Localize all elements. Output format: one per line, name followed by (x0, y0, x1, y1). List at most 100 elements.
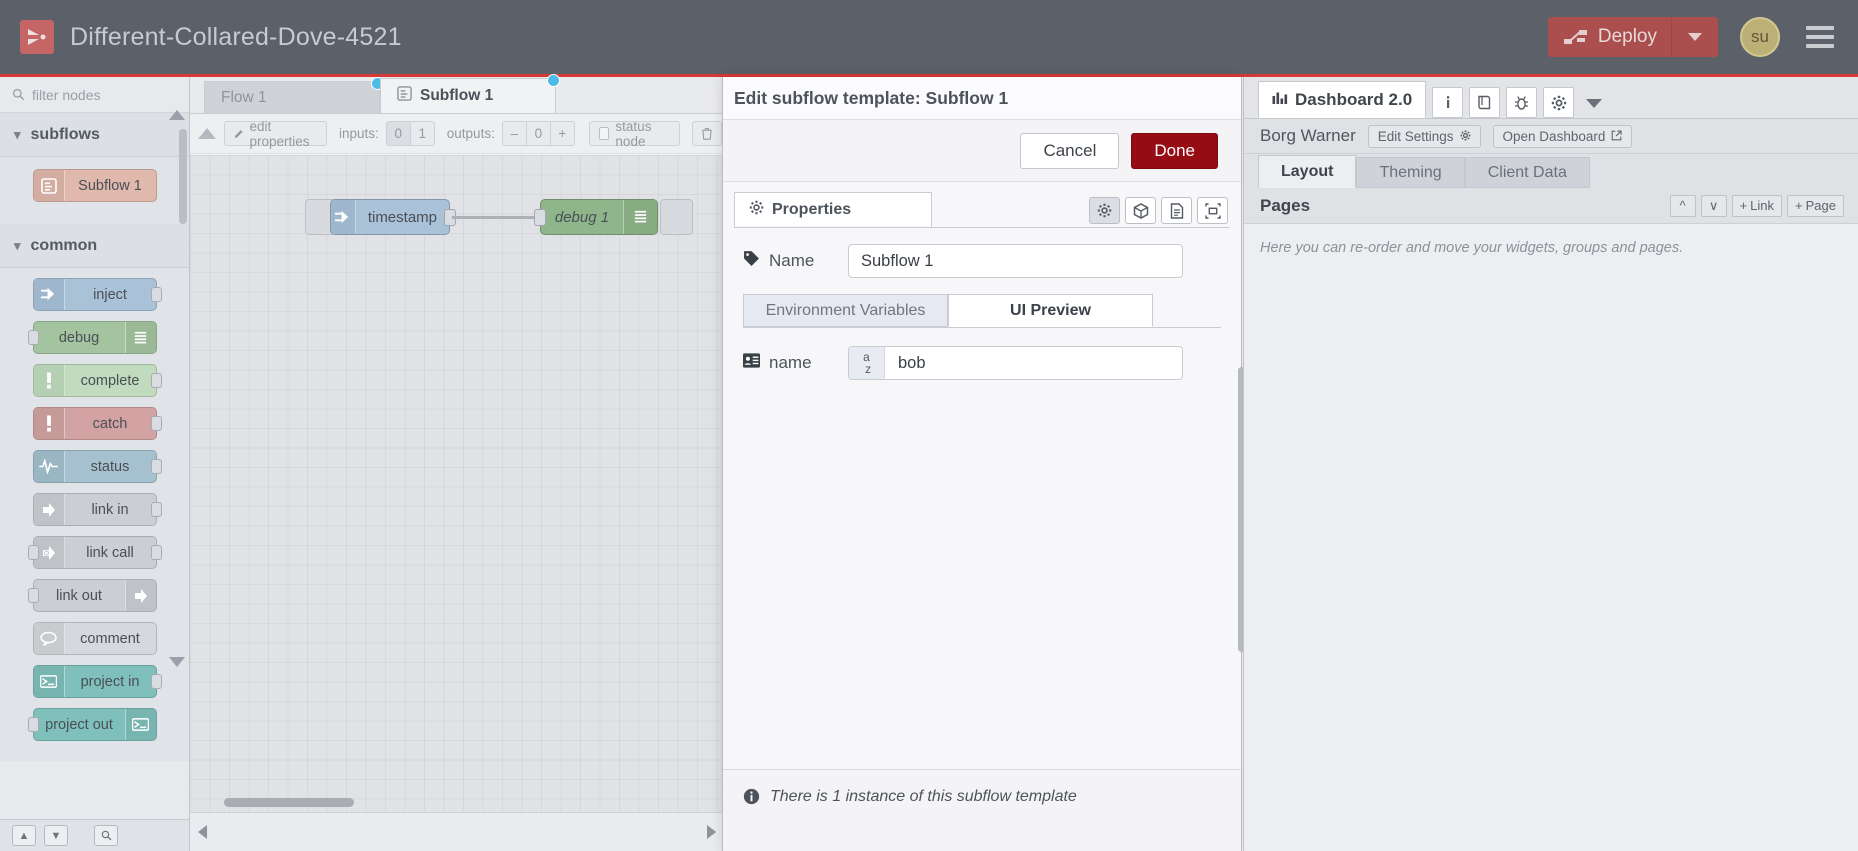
node-debug-1[interactable]: debug 1 (534, 199, 658, 235)
palette-node-link-out[interactable]: link out (27, 579, 157, 612)
cancel-button[interactable]: Cancel (1020, 132, 1120, 169)
palette-node-status[interactable]: status (32, 450, 162, 483)
tab-flow-1[interactable]: Flow 1 (204, 77, 384, 113)
tab-theming[interactable]: Theming (1356, 157, 1465, 188)
deploy-icon (1548, 28, 1598, 46)
subflow-output-placeholder[interactable] (660, 199, 693, 235)
subtab-environment-variables[interactable]: Environment Variables (743, 294, 948, 327)
node-input-port[interactable] (27, 545, 39, 560)
toolbar-collapse-icon[interactable] (198, 128, 216, 139)
palette-scroll-down-icon[interactable] (169, 657, 185, 667)
palette-node-catch[interactable]: catch (32, 407, 162, 440)
outputs-stepper[interactable]: – 0 + (501, 121, 575, 146)
description-icon[interactable] (1161, 197, 1192, 224)
dashboard-subtabs: Layout Theming Client Data (1244, 154, 1858, 188)
chevron-down-icon: ▾ (14, 126, 21, 142)
tab-subflow-1[interactable]: Subflow 1 (380, 74, 560, 113)
subtab-ui-preview[interactable]: UI Preview (948, 294, 1153, 327)
palette-node-subflow-1[interactable]: Subflow 1 (32, 169, 157, 202)
palette-node-debug[interactable]: debug (27, 321, 157, 354)
name-input[interactable]: Subflow 1 (848, 244, 1183, 278)
add-link-button[interactable]: + Link (1731, 194, 1783, 217)
pages-help-text: Here you can re-order and move your widg… (1260, 240, 1684, 256)
inputs-option-0[interactable]: 0 (385, 121, 411, 146)
palette-group-common[interactable]: ▾ common (0, 224, 189, 268)
tab-client-data[interactable]: Client Data (1464, 157, 1590, 188)
node-input-port[interactable] (534, 209, 546, 226)
outputs-decrement-button[interactable]: – (501, 121, 527, 146)
deploy-button[interactable]: Deploy (1547, 17, 1718, 57)
dialog-title: Edit subflow template: Subflow 1 (723, 77, 1241, 120)
info-icon[interactable] (1432, 87, 1464, 118)
palette-node-link-in[interactable]: link in (32, 493, 162, 526)
chevron-up-icon: ^ (1679, 198, 1686, 213)
appearance-icon[interactable] (1197, 197, 1228, 224)
open-dashboard-button[interactable]: Open Dashboard (1492, 124, 1633, 148)
palette-search-button[interactable] (94, 825, 118, 846)
collapse-all-button[interactable]: ▲ (12, 825, 36, 846)
add-page-button[interactable]: + Page (1787, 194, 1844, 217)
tab-layout[interactable]: Layout (1258, 155, 1357, 188)
gear-icon[interactable] (1543, 87, 1575, 118)
tab-properties[interactable]: Properties (734, 192, 932, 227)
help-icon[interactable] (1469, 87, 1501, 118)
inputs-stepper[interactable]: 0 1 (385, 121, 435, 146)
node-output-port[interactable] (150, 287, 162, 302)
node-input-port[interactable] (27, 330, 39, 345)
palette-node-complete[interactable]: complete (32, 364, 162, 397)
subflow-icon (33, 170, 65, 201)
az-string-icon[interactable]: a z (849, 347, 885, 379)
palette-node-label: project out (45, 716, 113, 733)
delete-subflow-button[interactable] (692, 121, 722, 146)
dialog-actions: Cancel Done (723, 120, 1241, 182)
avatar[interactable]: su (1740, 17, 1780, 57)
canvas-hscrollbar-thumb[interactable] (224, 798, 354, 807)
module-icon[interactable] (1125, 197, 1156, 224)
status-node-toggle[interactable]: status node (588, 119, 680, 149)
palette-node-comment[interactable]: comment (32, 622, 157, 655)
dialog-footer: There is 1 instance of this subflow temp… (723, 769, 1241, 851)
node-output-port[interactable] (150, 674, 162, 689)
done-button[interactable]: Done (1131, 132, 1218, 169)
node-output-port[interactable] (150, 545, 162, 560)
flow-canvas[interactable]: timestamp debug 1 (190, 155, 722, 812)
scroll-right-icon[interactable] (707, 825, 716, 839)
outputs-increment-button[interactable]: + (549, 121, 575, 146)
edit-settings-button[interactable]: Edit Settings (1367, 124, 1481, 148)
node-output-port[interactable] (150, 373, 162, 388)
move-down-button[interactable]: ∨ (1700, 194, 1727, 217)
node-output-port[interactable] (150, 459, 162, 474)
palette-group-subflows[interactable]: ▾ subflows (0, 113, 189, 157)
palette-node-project-in[interactable]: project in (32, 665, 162, 698)
checkbox-icon (598, 127, 610, 140)
node-output-port[interactable] (150, 502, 162, 517)
tab-dashboard-2[interactable]: Dashboard 2.0 (1258, 81, 1427, 118)
palette-scrollbar[interactable] (179, 129, 187, 224)
main-menu-button[interactable] (1806, 26, 1834, 48)
deploy-dropdown-button[interactable] (1671, 17, 1718, 57)
env-value-input[interactable]: a z bob (848, 346, 1183, 380)
move-up-button[interactable]: ^ (1669, 194, 1696, 217)
palette-node-label: complete (80, 372, 140, 389)
gear-icon[interactable] (1089, 197, 1120, 224)
sidebar-more-button[interactable] (1586, 99, 1603, 108)
inputs-label: inputs: (339, 126, 379, 141)
tab-label: Subflow 1 (420, 87, 494, 104)
palette-node-project-out[interactable]: project out (27, 708, 157, 741)
flow-wire[interactable] (452, 216, 544, 219)
expand-all-button[interactable]: ▼ (44, 825, 68, 846)
node-timestamp[interactable]: timestamp (330, 199, 456, 235)
palette-node-label: Subflow 1 (78, 177, 142, 194)
palette-scroll-up-icon[interactable] (169, 110, 185, 120)
palette-node-link-call[interactable]: link call (27, 536, 162, 569)
app-header: Different-Collared-Dove-4521 Deploy su (0, 0, 1858, 74)
inputs-option-1[interactable]: 1 (409, 121, 435, 146)
scroll-left-icon[interactable] (198, 825, 207, 839)
edit-properties-button[interactable]: edit properties (224, 119, 327, 149)
node-input-port[interactable] (27, 717, 39, 732)
node-input-port[interactable] (27, 588, 39, 603)
palette-node-inject[interactable]: inject (32, 278, 162, 311)
node-output-port[interactable] (150, 416, 162, 431)
debug-icon[interactable] (1506, 87, 1538, 118)
palette-filter[interactable]: filter nodes (0, 77, 189, 113)
